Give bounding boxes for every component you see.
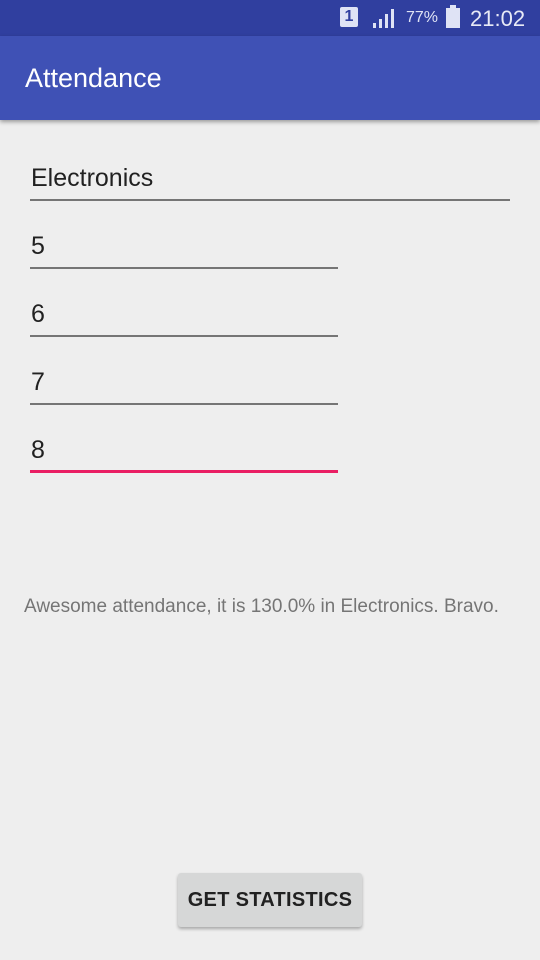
subject-field[interactable]: Electronics xyxy=(30,155,510,201)
clock: 21:02 xyxy=(470,6,526,31)
number-field-2[interactable]: 6 xyxy=(30,291,338,337)
status-bar: 1 77% 21:02 xyxy=(0,0,540,36)
battery-icon xyxy=(446,5,460,28)
get-statistics-button[interactable]: GET STATISTICS xyxy=(178,873,362,927)
signal-icon xyxy=(373,9,394,28)
number-field-1-value: 5 xyxy=(31,232,45,260)
app-bar: Attendance xyxy=(0,36,540,120)
result-message: Awesome attendance, it is 130.0% in Elec… xyxy=(24,596,499,617)
number-field-4[interactable]: 8 xyxy=(30,427,338,473)
number-field-4-value: 8 xyxy=(31,436,45,464)
page-title: Attendance xyxy=(25,63,162,93)
number-field-3[interactable]: 7 xyxy=(30,359,338,405)
number-field-2-value: 6 xyxy=(31,300,45,328)
sim-icon: 1 xyxy=(340,7,358,27)
number-field-1[interactable]: 5 xyxy=(30,223,338,269)
subject-value: Electronics xyxy=(31,164,154,192)
battery-percent: 77% xyxy=(406,9,439,26)
number-field-3-value: 7 xyxy=(31,368,45,396)
